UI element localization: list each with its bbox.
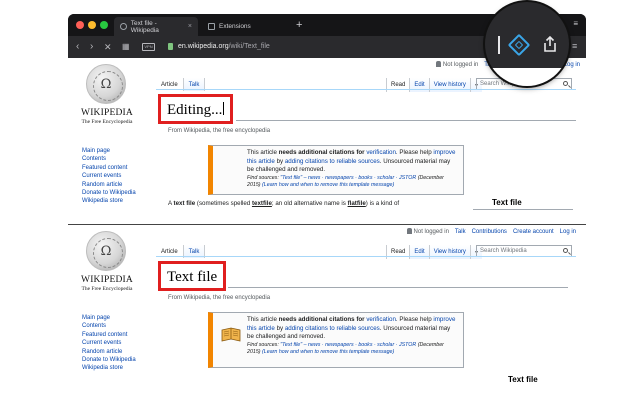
article-intro: A text file (sometimes spelled textfile;… bbox=[168, 200, 400, 207]
tab-label: Text file - Wikipedia bbox=[130, 19, 159, 34]
title-underline bbox=[228, 287, 568, 288]
sidebar-item-donate[interactable]: Donate to Wikipedia bbox=[82, 356, 136, 364]
wikipedia-globe-logo: Ω bbox=[86, 231, 126, 271]
sidebar-nav: Main page Contents Featured content Curr… bbox=[82, 314, 136, 373]
sidebar-item-contents[interactable]: Contents bbox=[82, 155, 136, 163]
tab-list-icon[interactable]: ≡ bbox=[573, 19, 578, 28]
citation-notice: This article needs additional citations … bbox=[208, 312, 464, 368]
close-window-button[interactable] bbox=[76, 21, 84, 29]
tab-grid-icon[interactable]: ▦ bbox=[122, 40, 130, 54]
sidebar-item-store[interactable]: Wikipedia store bbox=[82, 197, 136, 205]
login-link[interactable]: Log in bbox=[560, 229, 576, 235]
sidebar-item-main-page[interactable]: Main page bbox=[82, 147, 136, 155]
text-cursor bbox=[223, 102, 225, 115]
learn-how-link[interactable]: (Learn how and when to remove this templ… bbox=[261, 182, 394, 188]
not-logged-in: Not logged in bbox=[435, 61, 478, 68]
wikipedia-tagline: The Free Encyclopedia bbox=[81, 286, 133, 292]
login-link[interactable]: Log in bbox=[564, 62, 580, 68]
wikipedia-tagline: The Free Encyclopedia bbox=[81, 119, 133, 125]
sidebar-item-current-events[interactable]: Current events bbox=[82, 339, 136, 347]
create-account-link[interactable]: Create account bbox=[513, 229, 554, 235]
vpn-badge[interactable]: VPN bbox=[142, 43, 155, 51]
infobox-title: Text file bbox=[508, 375, 538, 382]
find-sources-links[interactable]: – news · newspapers · books · scholar · … bbox=[302, 342, 417, 348]
book-icon bbox=[221, 327, 241, 342]
sidebar-item-donate[interactable]: Donate to Wikipedia bbox=[82, 189, 136, 197]
user-icon bbox=[435, 61, 441, 67]
wikipedia-favicon-icon bbox=[120, 23, 127, 30]
minimize-window-button[interactable] bbox=[88, 21, 96, 29]
sidebar-item-random[interactable]: Random article bbox=[82, 348, 136, 356]
back-arrow-icon[interactable]: ‹ bbox=[76, 40, 79, 54]
wikipedia-wordmark: WIKIPEDIA bbox=[81, 275, 133, 285]
sidebar-item-current-events[interactable]: Current events bbox=[82, 172, 136, 180]
page-title-editable[interactable]: Editing... bbox=[158, 94, 234, 124]
sidebar-item-store[interactable]: Wikipedia store bbox=[82, 364, 136, 372]
extensions-favicon-icon bbox=[208, 23, 215, 30]
url-domain: en.wikipedia.org bbox=[178, 43, 229, 50]
new-tab-button[interactable]: + bbox=[296, 17, 302, 33]
from-wikipedia-note: From Wikipedia, the free encyclopedia bbox=[168, 128, 271, 134]
talk-link[interactable]: Talk bbox=[455, 229, 466, 235]
tabs-underline bbox=[156, 89, 576, 90]
wikipedia-wordmark: WIKIPEDIA bbox=[81, 108, 133, 118]
wiki-page-result: Ω WIKIPEDIA The Free Encyclopedia Main p… bbox=[68, 224, 586, 382]
address-bar[interactable]: en.wikipedia.org/wiki/Text_file bbox=[178, 41, 270, 53]
share-icon[interactable] bbox=[543, 36, 557, 52]
url-path: /wiki/Text_file bbox=[228, 43, 270, 50]
extension-diamond-icon[interactable] bbox=[507, 33, 531, 57]
sidebar-item-random[interactable]: Random article bbox=[82, 181, 136, 189]
adding-citations-link[interactable]: adding citations to reliable sources bbox=[285, 325, 380, 332]
citation-notice: This article needs additional citations … bbox=[208, 145, 464, 195]
infobox-title: Text file bbox=[492, 198, 522, 207]
maximize-window-button[interactable] bbox=[100, 21, 108, 29]
magnified-page-strip bbox=[485, 68, 569, 86]
personal-tools: Not logged in Talk Contributions Create … bbox=[406, 228, 576, 235]
sidebar-item-featured[interactable]: Featured content bbox=[82, 164, 136, 172]
not-logged-in: Not logged in bbox=[406, 228, 449, 235]
close-tab-icon[interactable]: × bbox=[188, 23, 192, 30]
find-sources-links[interactable]: – news · newspapers · books · scholar · … bbox=[302, 175, 417, 181]
sidebar-item-featured[interactable]: Featured content bbox=[82, 331, 136, 339]
tabs-underline bbox=[156, 256, 576, 257]
tab-text-file[interactable]: Text file - Wikipedia × bbox=[114, 17, 198, 36]
infobox-rule bbox=[473, 209, 573, 210]
toolbar-magnifier bbox=[485, 2, 569, 86]
page-title[interactable]: Text file bbox=[158, 261, 227, 291]
wikipedia-globe-logo: Ω bbox=[86, 64, 126, 104]
verification-link[interactable]: verification bbox=[366, 149, 396, 156]
menu-icon[interactable]: ≡ bbox=[572, 41, 577, 51]
title-underline bbox=[236, 120, 576, 121]
contributions-link[interactable]: Contributions bbox=[472, 229, 507, 235]
tab-extensions[interactable]: Extensions bbox=[202, 17, 292, 36]
from-wikipedia-note: From Wikipedia, the free encyclopedia bbox=[168, 295, 271, 301]
adding-citations-link[interactable]: adding citations to reliable sources bbox=[285, 158, 380, 165]
search-icon[interactable] bbox=[563, 248, 568, 253]
find-sources-query[interactable]: "Text file" bbox=[280, 342, 302, 348]
sidebar-item-main-page[interactable]: Main page bbox=[82, 314, 136, 322]
forward-arrow-icon[interactable]: › bbox=[90, 40, 93, 54]
user-icon bbox=[406, 228, 412, 234]
sidebar-item-contents[interactable]: Contents bbox=[82, 322, 136, 330]
lock-icon bbox=[168, 43, 173, 50]
toolbar-separator bbox=[498, 36, 500, 54]
tab-label: Extensions bbox=[219, 23, 251, 30]
stop-icon[interactable]: ✕ bbox=[104, 40, 112, 54]
panel-divider bbox=[0, 216, 640, 224]
learn-how-link[interactable]: (Learn how and when to remove this templ… bbox=[261, 349, 394, 355]
sidebar-nav: Main page Contents Featured content Curr… bbox=[82, 147, 136, 206]
verification-link[interactable]: verification bbox=[366, 316, 396, 323]
find-sources-query[interactable]: "Text file" bbox=[280, 175, 302, 181]
